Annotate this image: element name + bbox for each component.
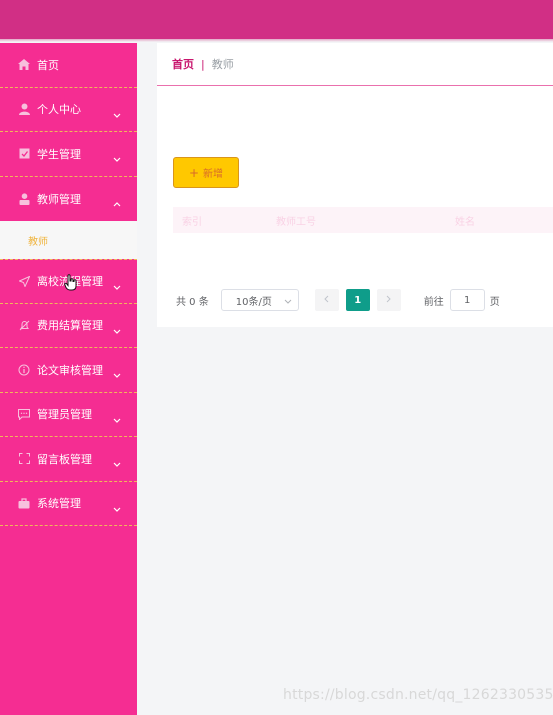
chevron-down-icon — [113, 103, 121, 122]
sidebar-item-message-board-management[interactable]: 留言板管理 — [0, 437, 137, 482]
sidebar-item-teacher-management[interactable]: 教师管理 — [0, 177, 137, 222]
chevron-down-icon — [284, 296, 292, 307]
breadcrumb-separator: | — [201, 57, 205, 71]
sidebar-item-home[interactable]: 首页 — [0, 43, 137, 88]
sidebar-item-admin-management[interactable]: 管理员管理 — [0, 393, 137, 437]
sidebar-item-fee-settlement-management[interactable]: 费用结算管理 — [0, 304, 137, 348]
column-header-name[interactable]: 姓名 — [455, 213, 475, 228]
goto-page-input[interactable]: 1 — [449, 289, 485, 311]
chevron-down-icon — [113, 452, 121, 471]
sidebar-item-label: 论文审核管理 — [37, 363, 103, 377]
chevron-down-icon — [113, 363, 121, 382]
main-content-panel: 首页 | 教师 + 新增 索引 教师工号 姓名 共 0 条 10条/页 1 前往… — [157, 43, 553, 327]
circle-info-icon — [17, 364, 31, 376]
full-screen-icon — [17, 453, 31, 465]
add-button-label: 新增 — [203, 169, 224, 180]
top-header-bar — [0, 0, 553, 39]
table-header-row: 索引 教师工号 姓名 — [173, 207, 553, 233]
chevron-down-icon — [113, 319, 121, 338]
chevron-down-icon — [113, 275, 121, 294]
sidebar-item-student-management[interactable]: 学生管理 — [0, 132, 137, 177]
sidebar-item-leave-process-management[interactable]: 离校流程管理 — [0, 259, 137, 304]
send-icon — [17, 275, 31, 287]
add-button[interactable]: + 新增 — [173, 157, 239, 188]
bell-off-icon — [17, 320, 31, 331]
edit-icon — [17, 148, 31, 159]
plus-icon: + — [188, 165, 200, 180]
header-shadow — [0, 39, 553, 42]
hand-cursor-icon — [64, 274, 78, 295]
chevron-right-icon — [386, 295, 391, 306]
sidebar-menu: 首页 个人中心 学生管理 教师管理 教师 离校流程管 — [0, 43, 137, 715]
submenu-item-label: 教师 — [28, 236, 48, 248]
chat-icon — [17, 408, 31, 420]
breadcrumb-current: 教师 — [211, 58, 234, 71]
page-size-select[interactable]: 10条/页 — [220, 289, 299, 311]
page-size-value: 10条/页 — [235, 296, 272, 308]
chevron-down-icon — [113, 408, 121, 427]
next-page-button[interactable] — [376, 289, 401, 311]
sidebar-item-personal-center[interactable]: 个人中心 — [0, 88, 137, 132]
watermark-text: https://blog.csdn.net/qq_1262330535 — [283, 687, 553, 703]
sidebar-item-label: 个人中心 — [37, 103, 81, 117]
sidebar-item-thesis-review-management[interactable]: 论文审核管理 — [0, 348, 137, 393]
pagination: 共 0 条 10条/页 1 前往 1 页 — [176, 289, 546, 311]
briefcase-icon — [17, 498, 31, 509]
pagination-total: 共 0 条 — [176, 296, 209, 308]
column-header-teacher-id[interactable]: 教师工号 — [276, 213, 316, 228]
goto-label: 前往 — [423, 296, 444, 308]
sidebar-item-system-management[interactable]: 系统管理 — [0, 482, 137, 526]
prev-page-button[interactable] — [314, 289, 339, 311]
page-number-current[interactable]: 1 — [345, 289, 370, 311]
goto-page-unit: 页 — [489, 296, 500, 308]
chevron-up-icon — [113, 192, 121, 211]
chevron-left-icon — [324, 295, 329, 306]
breadcrumb-home[interactable]: 首页 — [172, 56, 194, 72]
submenu-item-teacher[interactable]: 教师 — [0, 221, 137, 259]
sidebar-item-label: 教师管理 — [37, 192, 81, 206]
sidebar-item-label: 留言板管理 — [37, 452, 92, 466]
home-icon — [17, 59, 31, 71]
person-icon — [17, 193, 31, 205]
chevron-down-icon — [113, 147, 121, 166]
sidebar-item-label: 首页 — [37, 58, 59, 72]
sidebar-item-label: 费用结算管理 — [37, 319, 103, 333]
sidebar-item-label: 学生管理 — [37, 147, 81, 161]
sidebar-item-label: 系统管理 — [37, 497, 81, 511]
user-icon — [17, 103, 31, 116]
breadcrumb: 首页 | 教师 — [157, 43, 553, 86]
sidebar-item-label: 管理员管理 — [37, 408, 92, 422]
chevron-down-icon — [113, 497, 121, 516]
column-header-index[interactable]: 索引 — [182, 213, 202, 228]
